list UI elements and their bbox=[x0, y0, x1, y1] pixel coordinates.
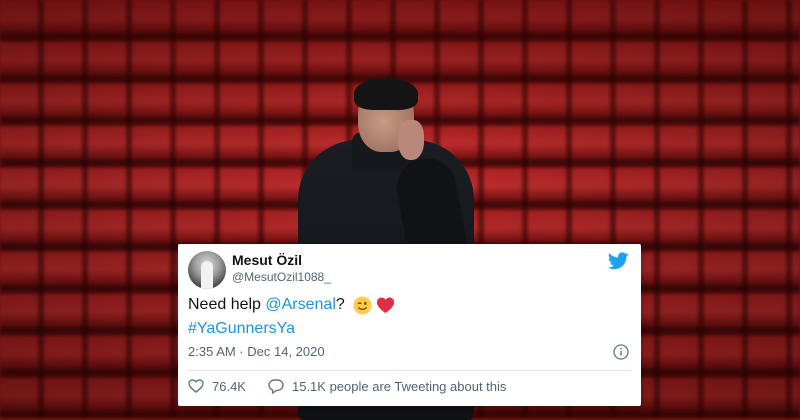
speech-bubble-icon bbox=[268, 379, 284, 394]
heart-outline-icon bbox=[188, 379, 204, 393]
hand-on-face bbox=[398, 120, 424, 160]
hashtag-link[interactable]: #YaGunnersYa bbox=[188, 318, 295, 340]
tweet-body: Need help @Arsenal ? #YaGunnersYa bbox=[188, 294, 629, 340]
red-heart-emoji bbox=[376, 297, 394, 313]
tweet-hashtag-line: #YaGunnersYa bbox=[188, 318, 629, 340]
mention-link[interactable]: @Arsenal bbox=[265, 294, 336, 316]
hair bbox=[354, 78, 418, 110]
tweet-text-line: Need help @Arsenal ? bbox=[188, 294, 629, 316]
tweet-timestamp[interactable]: 2:35 AM · Dec 14, 2020 bbox=[188, 344, 325, 359]
embedded-tweet-card[interactable]: Mesut Özil @MesutOzil1088_ Need help @Ar… bbox=[178, 244, 641, 406]
user-handle[interactable]: @MesutOzil1088_ bbox=[232, 270, 331, 284]
winking-face-emoji bbox=[353, 295, 372, 315]
info-icon[interactable] bbox=[613, 344, 629, 360]
avatar[interactable] bbox=[188, 251, 226, 289]
tweeting-about-text: 15.1K people are Tweeting about this bbox=[291, 378, 507, 394]
tweet-actions: 76.4K 15.1K people are Tweeting about th… bbox=[188, 378, 528, 394]
twitter-bird-icon[interactable] bbox=[608, 252, 629, 270]
tweet-text-suffix: ? bbox=[335, 296, 345, 313]
like-count: 76.4K bbox=[212, 378, 246, 394]
tweet-text-prefix: Need help bbox=[188, 296, 266, 313]
display-name[interactable]: Mesut Özil bbox=[232, 252, 302, 268]
conversation-action[interactable]: 15.1K people are Tweeting about this bbox=[268, 378, 506, 394]
avatar-figure bbox=[201, 261, 213, 289]
like-action[interactable]: 76.4K bbox=[188, 378, 246, 394]
tweet-divider bbox=[188, 370, 631, 371]
